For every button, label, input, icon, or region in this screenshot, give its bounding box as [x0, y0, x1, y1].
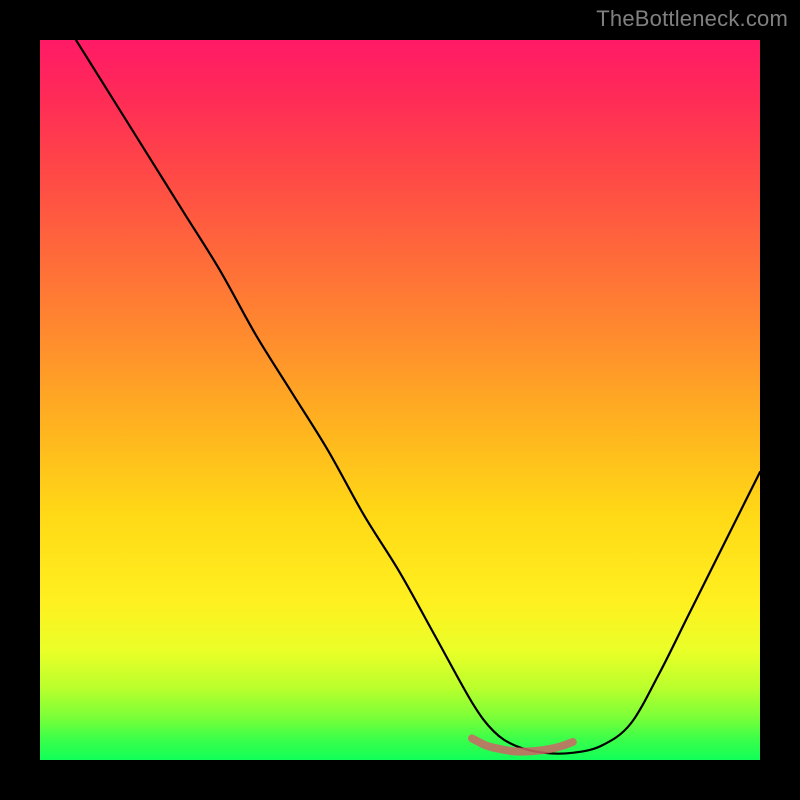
- low-range-marker: [472, 738, 573, 751]
- chart-frame: TheBottleneck.com: [0, 0, 800, 800]
- bottleneck-curve: [76, 40, 760, 754]
- plot-area: [40, 40, 760, 760]
- curve-layer: [40, 40, 760, 760]
- watermark-text: TheBottleneck.com: [596, 6, 788, 32]
